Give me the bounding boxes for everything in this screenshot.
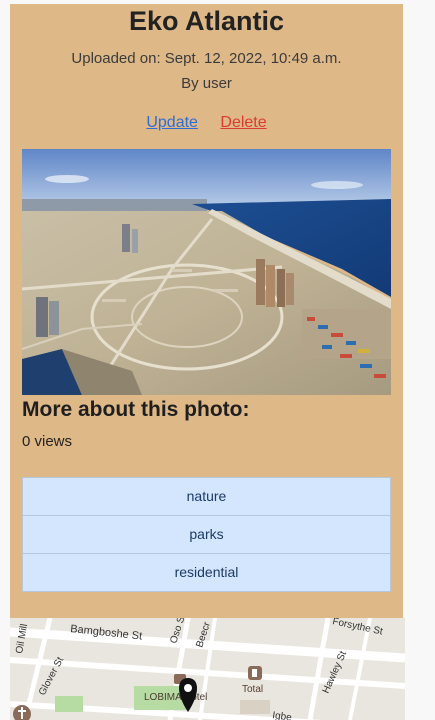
photo-title: Eko Atlantic [128, 6, 285, 36]
photo-actions: Update Delete [10, 114, 403, 132]
map-label-hotel: LOBIMA Hotel [144, 692, 207, 703]
photo-detail-page: Eko Atlantic Uploaded on: Sept. 12, 2022… [0, 0, 435, 720]
tag-item[interactable]: nature [22, 477, 391, 516]
map-label-igbe: Igbe [272, 710, 293, 720]
photo-image [22, 149, 391, 395]
location-map[interactable]: Bamgboshe St Oso St Beecr Forsythe St Oi… [10, 618, 405, 720]
tag-item[interactable]: residential [22, 553, 391, 592]
upload-date: Uploaded on: Sept. 12, 2022, 10:49 a.m. [71, 50, 342, 67]
update-link[interactable]: Update [146, 114, 198, 131]
delete-link[interactable]: Delete [220, 114, 266, 131]
map-label-total: Total [242, 684, 263, 695]
tag-item[interactable]: parks [22, 515, 391, 554]
fuel-station-icon[interactable] [248, 666, 262, 680]
tag-list: nature parks residential [22, 477, 391, 592]
uploader-name: By user [181, 75, 232, 92]
view-count: 0 views [22, 433, 73, 450]
photo-card: Eko Atlantic Uploaded on: Sept. 12, 2022… [10, 4, 403, 618]
details-heading: More about this photo: [22, 398, 250, 421]
